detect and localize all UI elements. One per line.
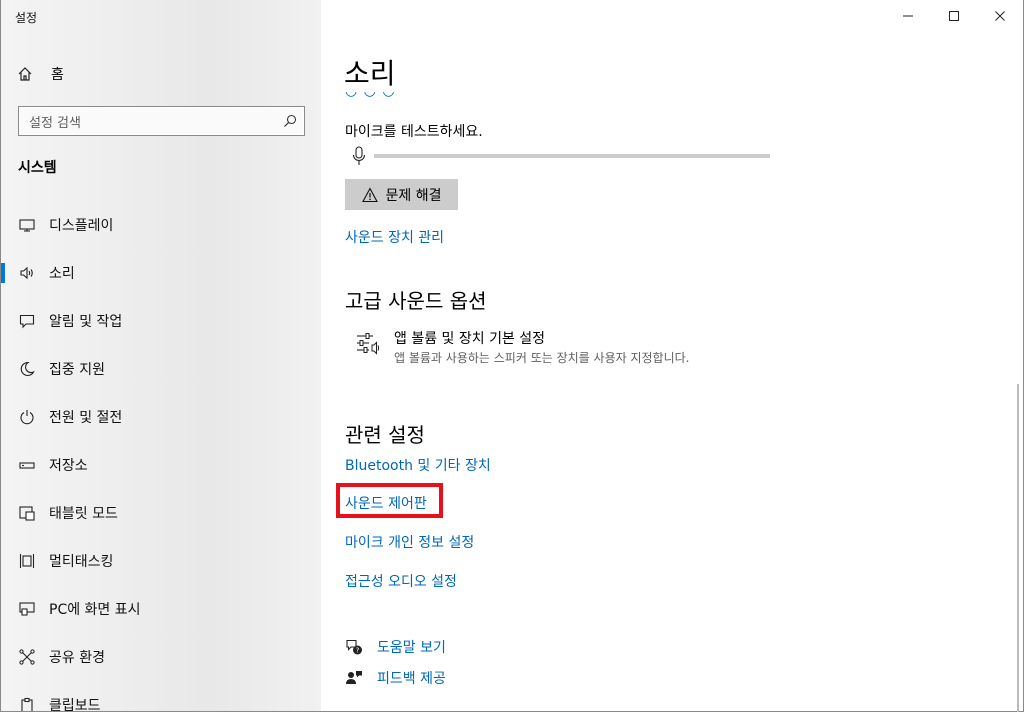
give-feedback-label: 피드백 제공 [377, 671, 446, 687]
sidebar-item-label: 디스플레이 [49, 218, 114, 234]
sidebar-item-label: 알림 및 작업 [49, 314, 123, 330]
sidebar-item-sound[interactable]: 소리 [1, 249, 321, 297]
sidebar-item-label: PC에 화면 표시 [49, 602, 141, 618]
storage-icon [17, 455, 37, 475]
sidebar-item-storage[interactable]: 저장소 [1, 441, 321, 489]
bluetooth-devices-link[interactable]: Bluetooth 및 기타 장치 [345, 455, 491, 475]
maximize-icon [948, 7, 960, 26]
speaker-icon [17, 263, 37, 283]
app-volume-title: 앱 볼륨 및 장치 기본 설정 [394, 331, 546, 347]
tablet-icon [17, 503, 37, 523]
home-icon [15, 64, 35, 84]
project-icon [17, 599, 37, 619]
warning-icon [361, 186, 378, 203]
sidebar-item-focus-assist[interactable]: 집중 지원 [1, 345, 321, 393]
svg-text:?: ? [356, 647, 360, 655]
get-help-link[interactable]: ? 도움말 보기 [344, 637, 446, 657]
maximize-button[interactable] [931, 0, 977, 33]
feedback-icon [344, 668, 364, 688]
monitor-icon [17, 215, 37, 235]
home-label: 홈 [51, 67, 64, 83]
page-title: 소리 [344, 57, 396, 90]
sidebar-item-label: 공유 환경 [49, 650, 105, 666]
help-icon: ? [344, 637, 364, 657]
app-volume-preferences-item[interactable]: 앱 볼륨 및 장치 기본 설정 앱 볼륨과 사용하는 스피커 또는 장치를 사용… [356, 330, 689, 367]
manage-sound-devices-link[interactable]: 사운드 장치 관리 [345, 227, 444, 247]
mic-level-meter [374, 154, 770, 158]
multitask-icon [17, 551, 37, 571]
search-icon[interactable] [282, 113, 298, 129]
troubleshoot-label: 문제 해결 [385, 187, 442, 204]
sidebar-item-label: 전원 및 절전 [49, 410, 123, 426]
clipboard-icon [17, 695, 37, 711]
sidebar-item-project-to-pc[interactable]: PC에 화면 표시 [1, 585, 321, 633]
sidebar-item-display[interactable]: 디스플레이 [1, 201, 321, 249]
main-content: 소리 ○ ○ ○ 마이크를 테스트하세요. 문제 해결 사운드 장치 관리 고급… [321, 0, 1024, 712]
message-icon [17, 311, 37, 331]
scrolled-link-text: ○ ○ ○ [345, 92, 407, 98]
get-help-label: 도움말 보기 [377, 640, 446, 656]
close-icon [994, 7, 1006, 26]
sidebar-item-shared-experiences[interactable]: 공유 환경 [1, 633, 321, 681]
scrollbar[interactable] [1017, 384, 1019, 712]
moon-icon [17, 359, 37, 379]
scrolled-link-fragment[interactable]: ○ ○ ○ [345, 92, 407, 98]
minimize-icon [902, 7, 914, 26]
ease-of-access-audio-link[interactable]: 접근성 오디오 설정 [345, 571, 457, 591]
related-settings-heading: 관련 설정 [345, 423, 425, 447]
close-button[interactable] [977, 0, 1023, 33]
sidebar-item-tablet-mode[interactable]: 태블릿 모드 [1, 489, 321, 537]
microphone-icon [349, 145, 369, 167]
sidebar-nav: 디스플레이 소리 알림 및 작업 집중 지원 전원 및 절전 저장소 태블릿 모… [1, 201, 321, 712]
home-button[interactable]: 홈 [15, 63, 64, 85]
app-title: 설정 [15, 11, 38, 25]
sliders-icon [356, 332, 382, 362]
minimize-button[interactable] [885, 0, 931, 33]
search-placeholder: 설정 검색 [29, 115, 81, 131]
share-icon [17, 647, 37, 667]
sidebar-item-notifications[interactable]: 알림 및 작업 [1, 297, 321, 345]
advanced-sound-heading: 고급 사운드 옵션 [345, 289, 487, 313]
power-icon [17, 407, 37, 427]
sidebar-item-power[interactable]: 전원 및 절전 [1, 393, 321, 441]
sound-control-panel-link[interactable]: 사운드 제어판 [345, 493, 427, 513]
mic-test-label: 마이크를 테스트하세요. [345, 124, 483, 140]
app-volume-description: 앱 볼륨과 사용하는 스피커 또는 장치를 사용자 지정합니다. [394, 351, 690, 365]
settings-search-input[interactable]: 설정 검색 [18, 106, 305, 136]
sidebar-item-label: 집중 지원 [49, 362, 105, 378]
mic-level-row [349, 145, 770, 167]
section-title: 시스템 [18, 160, 57, 176]
give-feedback-link[interactable]: 피드백 제공 [344, 668, 446, 688]
sidebar-item-label: 저장소 [49, 458, 88, 474]
sidebar-item-label: 클립보드 [49, 698, 101, 712]
sidebar-item-label: 멀티태스킹 [49, 554, 114, 570]
sidebar: 설정 홈 설정 검색 시스템 디스플레이 소리 알림 및 작업 집중 지원 전원… [0, 0, 321, 712]
sidebar-item-clipboard[interactable]: 클립보드 [1, 681, 321, 712]
sidebar-item-label: 태블릿 모드 [49, 506, 118, 522]
sidebar-item-label: 소리 [49, 266, 75, 282]
sidebar-item-multitasking[interactable]: 멀티태스킹 [1, 537, 321, 585]
microphone-privacy-link[interactable]: 마이크 개인 정보 설정 [345, 532, 474, 552]
window-controls [885, 0, 1023, 33]
troubleshoot-button[interactable]: 문제 해결 [345, 179, 458, 210]
